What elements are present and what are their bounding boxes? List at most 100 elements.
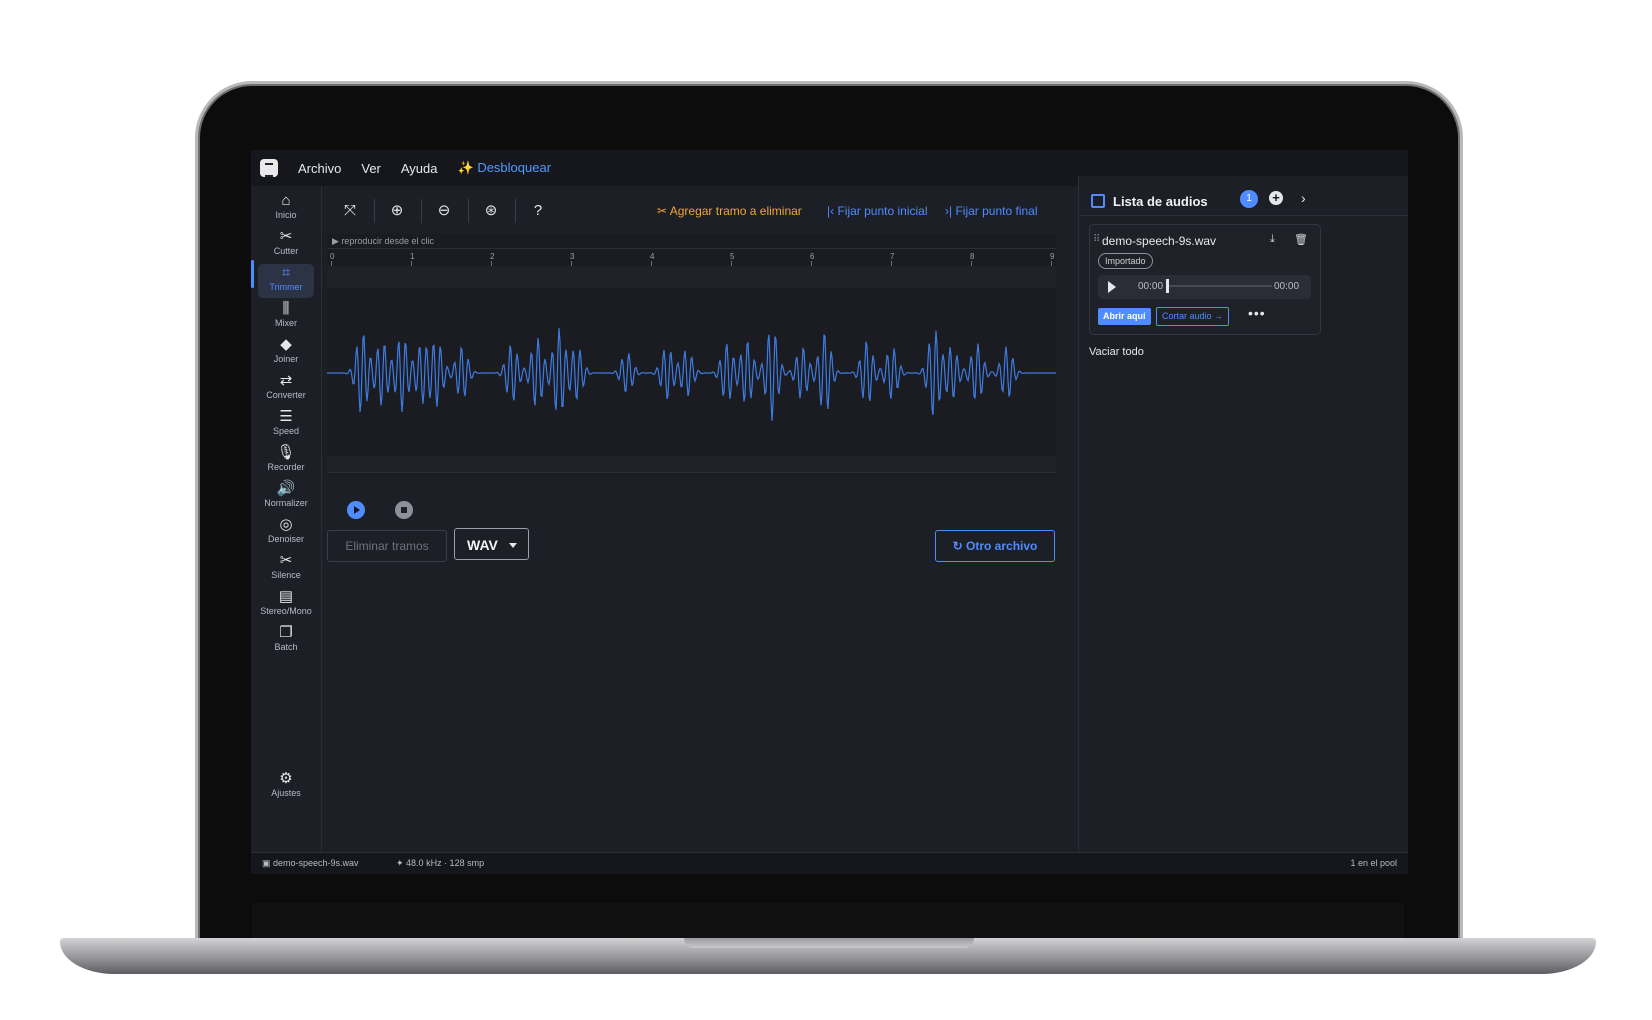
help-icon[interactable]: ? (527, 200, 549, 222)
sidebar-item-label: Inicio (275, 210, 297, 220)
format-value: WAV (467, 537, 498, 553)
waveform-path (327, 328, 1056, 421)
ruler-tick-label: 0 (330, 252, 335, 267)
scissors-icon: ✂ (657, 204, 670, 218)
other-file-button[interactable]: ↻ Otro archivo (935, 530, 1055, 562)
ruler-tick-label: 5 (730, 252, 735, 267)
time-ruler[interactable]: 0 1 2 3 4 5 6 7 8 9 (327, 248, 1056, 267)
drag-handle-icon[interactable]: ⠿ (1093, 234, 1100, 245)
waveform-graph[interactable] (327, 288, 1056, 458)
sidebar-item-label: Joiner (273, 354, 299, 364)
scissors-icon: ✂ (279, 552, 293, 569)
add-cut-label: Agregar tramo a eliminar (669, 204, 802, 218)
file-icon: ▣ (262, 858, 274, 868)
home-icon: ⌂ (281, 192, 291, 209)
crop-icon: ⌗ (281, 264, 291, 281)
mini-player: 00:00 00:00 (1098, 275, 1311, 299)
sidebar-item-batch[interactable]: ❐ Batch (258, 624, 314, 658)
sidebar-item-silence[interactable]: ✂ Silence (258, 552, 314, 586)
audio-item-card[interactable]: ⠿ demo-speech-9s.wav ⤓ 🗑 Importado 00:00… (1089, 224, 1321, 335)
sidebar-item-label: Silence (271, 570, 301, 580)
cut-audio-button[interactable]: Cortar audio → (1156, 307, 1230, 326)
ruler-tick-label: 2 (490, 252, 495, 267)
total-time: 00:00 (1274, 281, 1300, 292)
seek-handle[interactable] (1166, 279, 1169, 293)
menu-archivo[interactable]: Archivo (298, 161, 341, 176)
set-start-label: Fijar punto inicial (837, 204, 928, 218)
add-audio-icon[interactable]: + (1269, 191, 1283, 205)
zoom-out-icon[interactable]: ⊖ (433, 199, 469, 223)
ruler-tick-label: 9 (1050, 252, 1055, 267)
stop-button[interactable] (395, 501, 413, 519)
audio-list-header: Lista de audios 1 + › (1091, 190, 1397, 212)
editor-toolbar: ⤧ ⊕ ⊖ ⊛ ? ✂ Agregar tramo a eliminar |‹ … (339, 199, 1069, 223)
time-band (327, 266, 1056, 288)
waveform-panel[interactable]: ▶ reproducir desde el clic 0 1 2 3 4 5 6 7 8 9 (327, 234, 1056, 474)
play-icon[interactable] (1108, 281, 1116, 293)
fit-icon[interactable]: ⤧ (339, 199, 375, 223)
sidebar-item-inicio[interactable]: ⌂ Inicio (258, 192, 314, 226)
end-marker-icon: ›| (945, 204, 956, 218)
other-file-label: Otro archivo (966, 539, 1038, 553)
sidebar-item-denoiser[interactable]: ◎ Denoiser (258, 516, 314, 550)
zoom-reset-icon[interactable]: ⊛ (480, 199, 516, 223)
zoom-in-icon[interactable]: ⊕ (386, 199, 422, 223)
sidebar-item-label: Ajustes (271, 788, 301, 798)
ruler-tick-label: 1 (410, 252, 415, 267)
trash-icon[interactable]: 🗑 (1294, 233, 1308, 246)
sidebar-item-ajustes[interactable]: ⚙ Ajustes (258, 770, 314, 804)
volume-icon: 🔊 (276, 480, 296, 497)
waveform-bottom-band (327, 456, 1056, 473)
status-format-text: 48.0 kHz · 128 smp (406, 858, 485, 868)
open-here-button[interactable]: Abrir aquí (1098, 308, 1151, 325)
add-cut-button[interactable]: ✂ Agregar tramo a eliminar (657, 204, 802, 218)
unlock-link[interactable]: ✨ Desbloquear (458, 160, 552, 176)
start-marker-icon: |‹ (827, 204, 838, 218)
panel-divider (1079, 215, 1408, 216)
sidebar-item-normalizer[interactable]: 🔊 Normalizer (258, 480, 314, 514)
chevron-right-icon[interactable]: › (1301, 190, 1306, 206)
ruler-tick-label: 3 (570, 252, 575, 267)
ruler-tick-label: 6 (810, 252, 815, 267)
set-start-button[interactable]: |‹ Fijar punto inicial (827, 204, 928, 218)
format-select[interactable]: WAV (454, 528, 529, 560)
sidebar-item-recorder[interactable]: 🎙 Recorder (258, 444, 314, 478)
more-options-icon[interactable]: ••• (1248, 305, 1266, 321)
download-icon[interactable]: ⤓ (1270, 233, 1275, 246)
tune-icon: ☰ (279, 408, 293, 425)
audio-list-panel: Lista de audios 1 + › ⠿ demo-speech-9s.w… (1078, 176, 1408, 853)
ruler-tick-label: 7 (890, 252, 895, 267)
count-badge: 1 (1240, 190, 1258, 208)
status-file-name: demo-speech-9s.wav (273, 858, 359, 868)
status-bar: ▣ demo-speech-9s.wav ✦ 48.0 kHz · 128 sm… (251, 852, 1408, 874)
menu-ayuda[interactable]: Ayuda (401, 161, 438, 176)
seek-track[interactable] (1168, 285, 1272, 287)
sidebar-item-cutter[interactable]: ✂ Cutter (258, 228, 314, 262)
ruler-tick-label: 4 (650, 252, 655, 267)
sidebar-item-stereo-mono[interactable]: ▤ Stereo/Mono (258, 588, 314, 622)
audio-list-title: Lista de audios (1113, 193, 1208, 209)
play-button[interactable] (347, 501, 365, 519)
waveform-hint: ▶ reproducir desde el clic (332, 236, 434, 246)
waveform-icon: ✦ (396, 858, 407, 868)
set-end-button[interactable]: ›| Fijar punto final (945, 204, 1038, 218)
sidebar-item-label: Recorder (267, 462, 305, 472)
speaker-icon: ▤ (278, 588, 294, 605)
scissors-icon: ✂ (279, 228, 293, 245)
sidebar-item-label: Converter (266, 390, 306, 400)
sidebar-item-label: Denoiser (267, 534, 305, 544)
audio-file-name: demo-speech-9s.wav (1102, 234, 1217, 248)
sidebar-item-speed[interactable]: ☰ Speed (258, 408, 314, 442)
denoise-icon: ◎ (279, 516, 293, 533)
active-indicator (251, 260, 254, 288)
menu-ver[interactable]: Ver (361, 161, 381, 176)
sidebar-item-label: Mixer (275, 318, 297, 328)
sidebar-item-mixer[interactable]: ⫼ Mixer (258, 300, 314, 334)
remove-segments-button[interactable]: Eliminar tramos (327, 530, 447, 562)
sidebar-item-trimmer[interactable]: ⌗ Trimmer (258, 264, 314, 298)
app-logo-icon[interactable] (260, 159, 278, 177)
sidebar-item-joiner[interactable]: ◆ Joiner (258, 336, 314, 370)
clear-all-link[interactable]: Vaciar todo (1089, 346, 1144, 358)
sidebar-item-label: Normalizer (264, 498, 308, 508)
sidebar-item-converter[interactable]: ⇄ Converter (258, 372, 314, 406)
